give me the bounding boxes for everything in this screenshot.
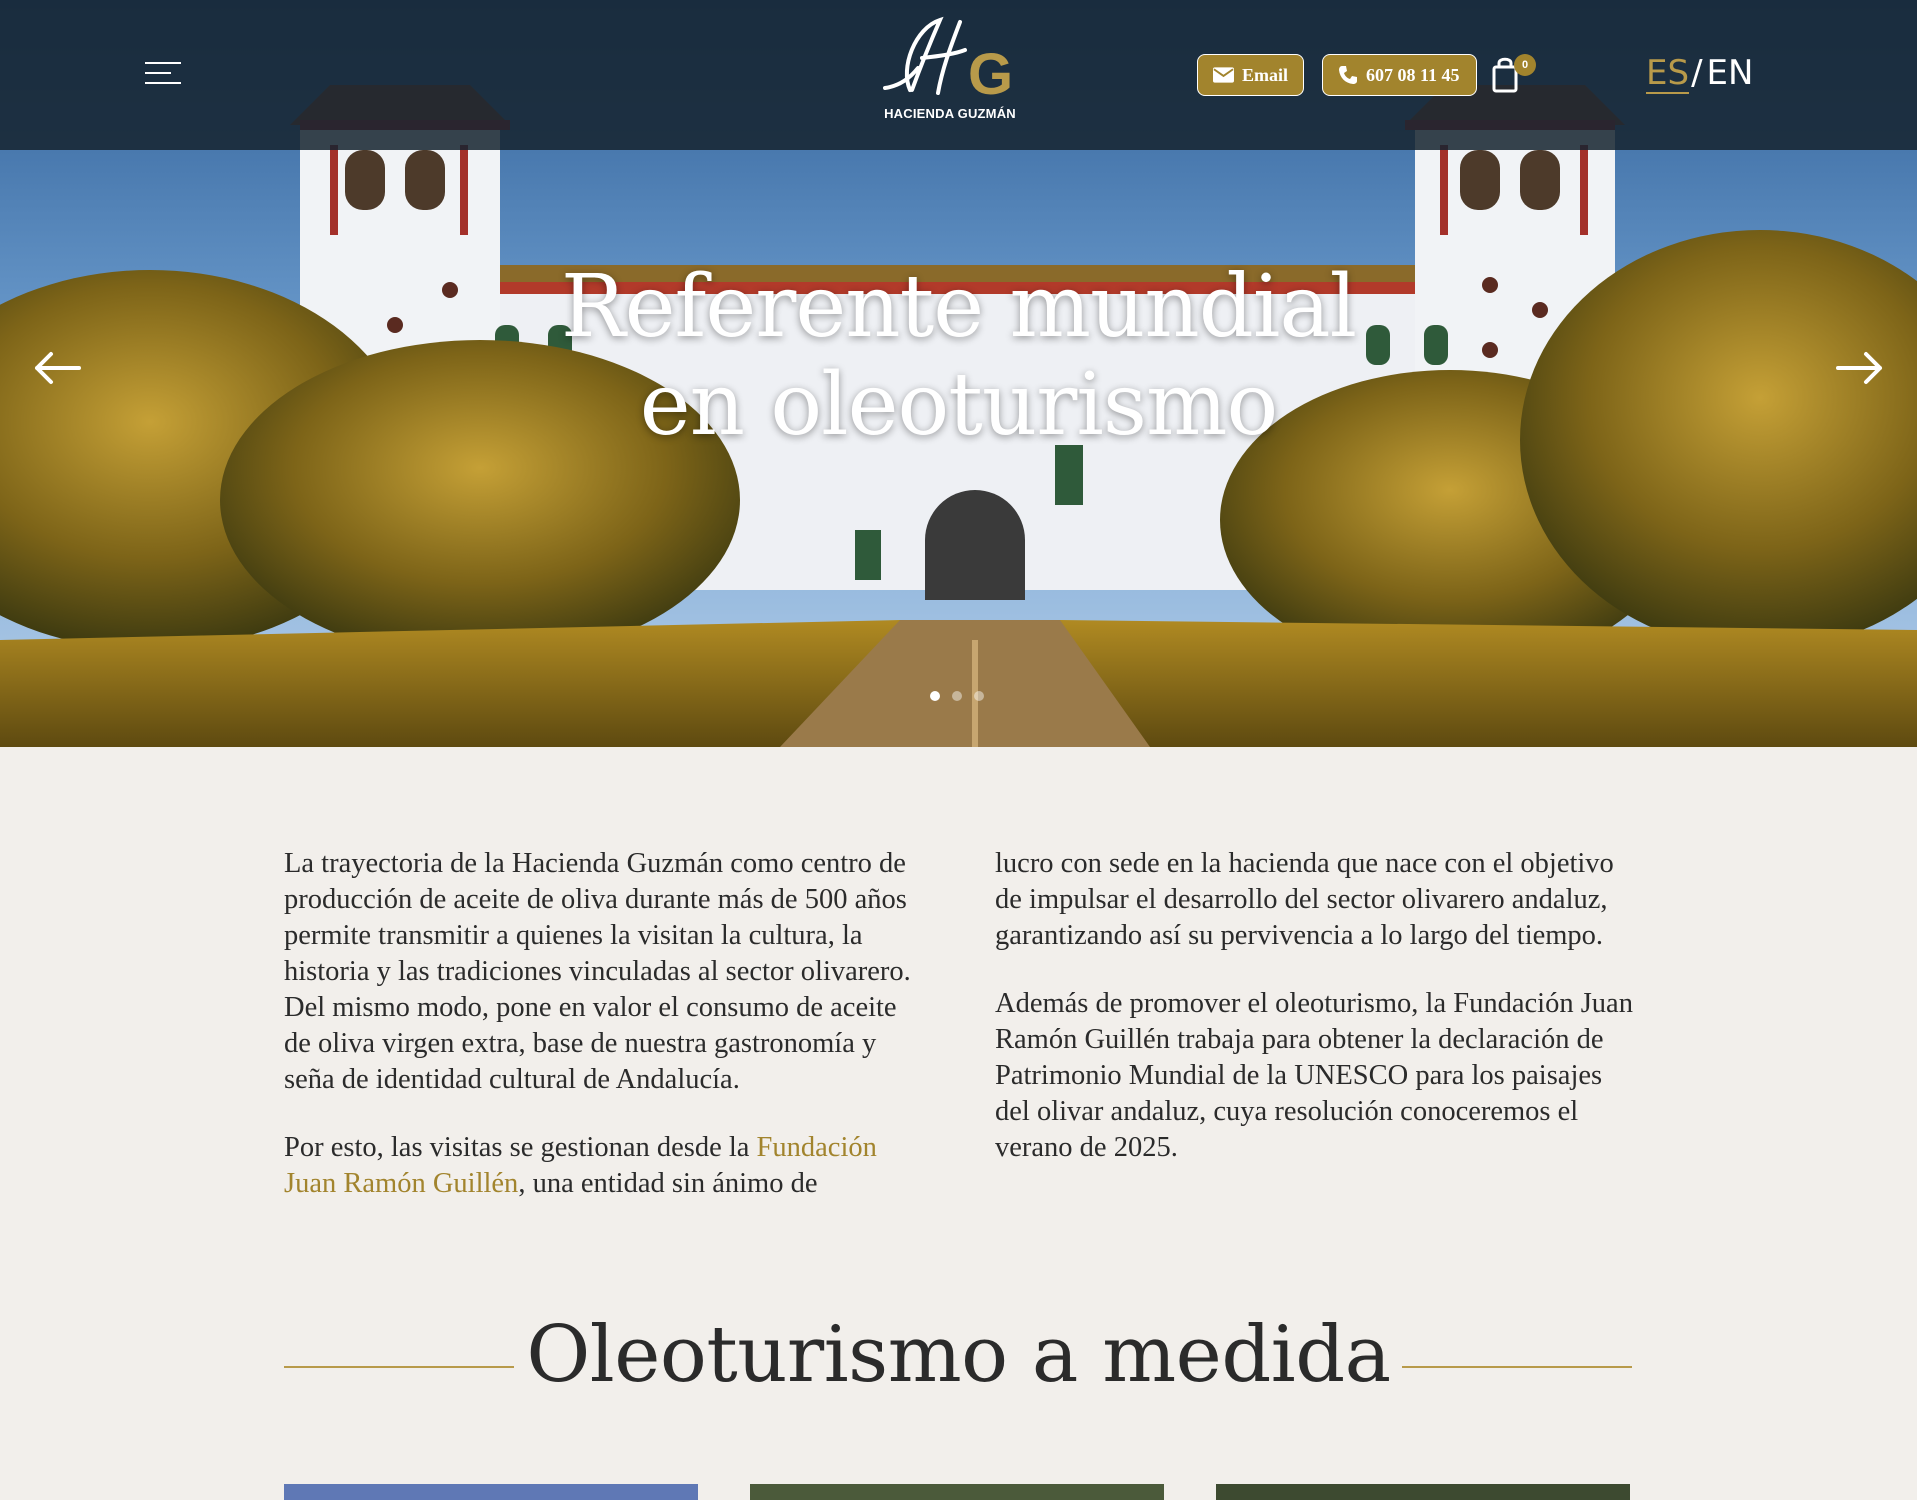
intro-paragraph-3: Además de promover el oleoturismo, la Fu… bbox=[995, 988, 1633, 1163]
email-icon bbox=[1213, 67, 1234, 83]
lang-en-link[interactable]: EN bbox=[1707, 54, 1754, 94]
logo[interactable]: G HACIENDA GUZMÁN bbox=[870, 8, 1030, 128]
email-button[interactable]: Email bbox=[1197, 54, 1304, 96]
intro-paragraph-2: Por esto, las visitas se gestionan desde… bbox=[284, 1130, 924, 1202]
logo-mark: G bbox=[883, 16, 1013, 107]
slider-dots bbox=[930, 691, 984, 701]
menu-icon[interactable] bbox=[145, 60, 181, 86]
arrow-left-icon[interactable] bbox=[31, 348, 83, 388]
cart-count-badge: 0 bbox=[1514, 54, 1536, 76]
intro-paragraph-2-text: Por esto, las visitas se gestionan desde… bbox=[284, 1132, 757, 1163]
title-rule-right bbox=[1402, 1366, 1632, 1368]
experience-card-image[interactable] bbox=[284, 1484, 698, 1500]
hero-title-line-2: en oleoturismo bbox=[639, 355, 1279, 455]
slider-dot[interactable] bbox=[930, 691, 940, 701]
slider-dot[interactable] bbox=[952, 691, 962, 701]
slider-dot[interactable] bbox=[974, 691, 984, 701]
phone-button[interactable]: 607 08 11 45 bbox=[1322, 54, 1477, 96]
lang-es-link[interactable]: ES bbox=[1646, 54, 1690, 94]
intro-column-left: La trayectoria de la Hacienda Guzmán com… bbox=[284, 846, 924, 1234]
logo-letter-g: G bbox=[968, 42, 1013, 104]
hero-slider: G HACIENDA GUZMÁN Email 607 08 11 45 0 E… bbox=[0, 0, 1917, 747]
intro-paragraph-2-continued: lucro con sede en la hacienda que nace c… bbox=[995, 848, 1614, 951]
intro-paragraph-1: La trayectoria de la Hacienda Guzmán com… bbox=[284, 848, 911, 1095]
hero-title-line-1: Referente mundial bbox=[560, 257, 1357, 357]
experience-card-image[interactable] bbox=[750, 1484, 1164, 1500]
email-label: Email bbox=[1241, 64, 1288, 85]
logo-text: HACIENDA GUZMÁN bbox=[884, 106, 1016, 121]
hero-title: Referente mundial en oleoturismo bbox=[0, 258, 1917, 454]
phone-icon bbox=[1339, 66, 1357, 84]
arrow-right-icon[interactable] bbox=[1834, 348, 1886, 388]
section-title: Oleoturismo a medida bbox=[526, 1310, 1391, 1400]
experience-card-image[interactable] bbox=[1216, 1484, 1630, 1500]
intro-column-right: lucro con sede en la hacienda que nace c… bbox=[995, 846, 1635, 1198]
language-switcher: ES / EN bbox=[1646, 54, 1753, 94]
intro-paragraph-2-rest: , una entidad sin ánimo de bbox=[518, 1168, 818, 1199]
phone-label: 607 08 11 45 bbox=[1366, 64, 1460, 85]
lang-separator: / bbox=[1691, 53, 1703, 93]
